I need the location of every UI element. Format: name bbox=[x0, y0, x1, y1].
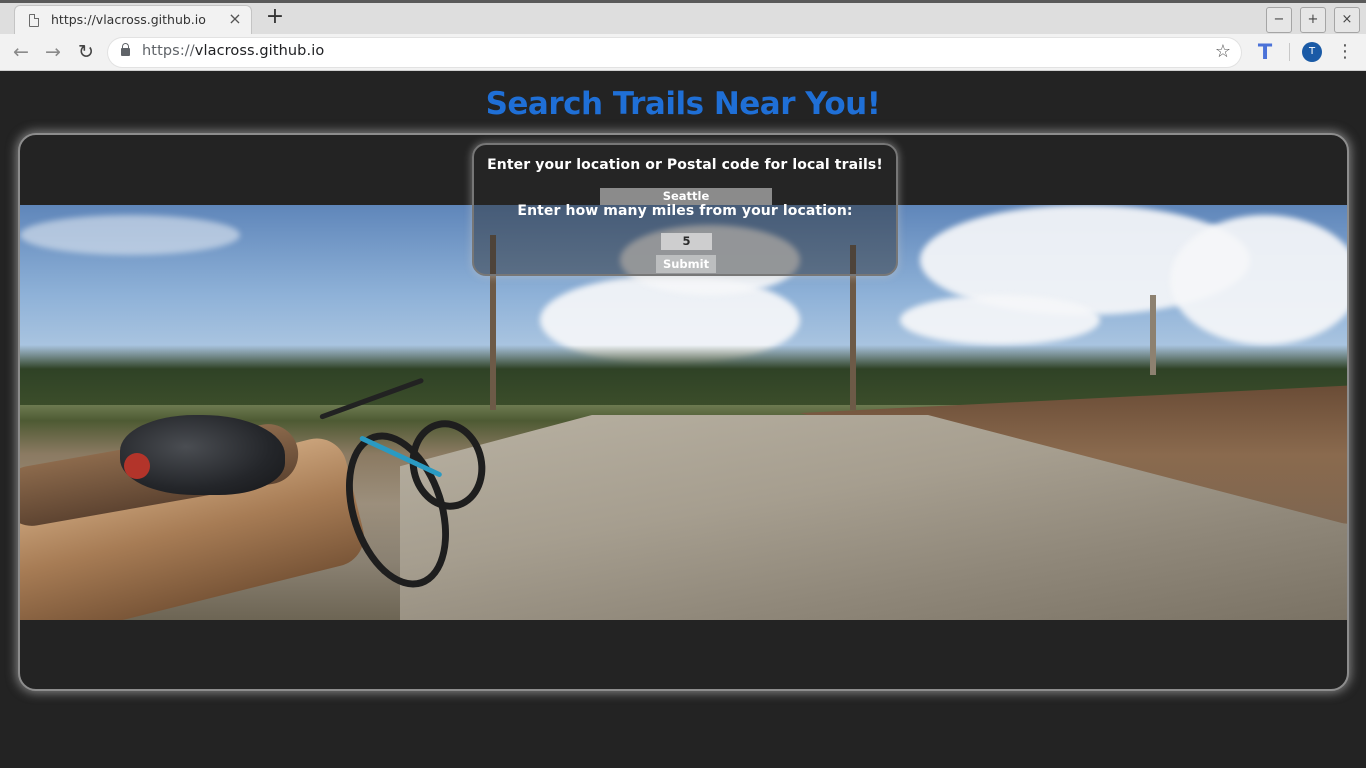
new-tab-button[interactable]: + bbox=[263, 6, 287, 30]
url-host: vlacross.github.io bbox=[194, 43, 325, 59]
submit-button[interactable]: Submit bbox=[656, 255, 716, 273]
trail-search-form: Enter your location or Postal code for l… bbox=[472, 143, 898, 276]
page-title: Search Trails Near You! bbox=[485, 86, 881, 122]
browser-tab-strip: https://vlacross.github.io × + − + × bbox=[0, 0, 1366, 37]
back-button[interactable]: ← bbox=[9, 40, 33, 64]
address-bar[interactable]: https://vlacross.github.io ☆ bbox=[108, 38, 1241, 67]
search-panel: Enter your location or Postal code for l… bbox=[18, 133, 1349, 691]
tab-title: https://vlacross.github.io bbox=[51, 12, 206, 27]
minimize-button[interactable]: − bbox=[1266, 7, 1292, 33]
url-scheme: https:// bbox=[142, 43, 195, 59]
browser-menu-icon[interactable]: ⋮ bbox=[1336, 39, 1354, 65]
extension-icon[interactable]: T bbox=[1254, 40, 1276, 64]
reload-button[interactable]: ↻ bbox=[74, 40, 98, 64]
browser-tab[interactable]: https://vlacross.github.io × bbox=[14, 5, 252, 37]
toolbar-divider bbox=[1289, 43, 1290, 61]
profile-avatar[interactable]: T bbox=[1302, 42, 1322, 62]
page-icon bbox=[29, 13, 40, 27]
url-text[interactable]: https://vlacross.github.io bbox=[142, 43, 324, 59]
browser-toolbar: ← → ↻ https://vlacross.github.io ☆ T T ⋮ bbox=[0, 34, 1366, 71]
forward-button[interactable]: → bbox=[41, 40, 65, 64]
maximize-button[interactable]: + bbox=[1300, 7, 1326, 33]
bookmark-star-icon[interactable]: ☆ bbox=[1215, 41, 1231, 62]
miles-label: Enter how many miles from your location: bbox=[517, 203, 853, 219]
location-label: Enter your location or Postal code for l… bbox=[487, 157, 883, 173]
lock-icon bbox=[121, 43, 130, 56]
page-body: Search Trails Near You! Enter your locat… bbox=[0, 72, 1366, 768]
close-window-button[interactable]: × bbox=[1334, 7, 1360, 33]
tab-close-icon[interactable]: × bbox=[227, 9, 243, 29]
miles-input[interactable]: 5 bbox=[661, 233, 712, 250]
